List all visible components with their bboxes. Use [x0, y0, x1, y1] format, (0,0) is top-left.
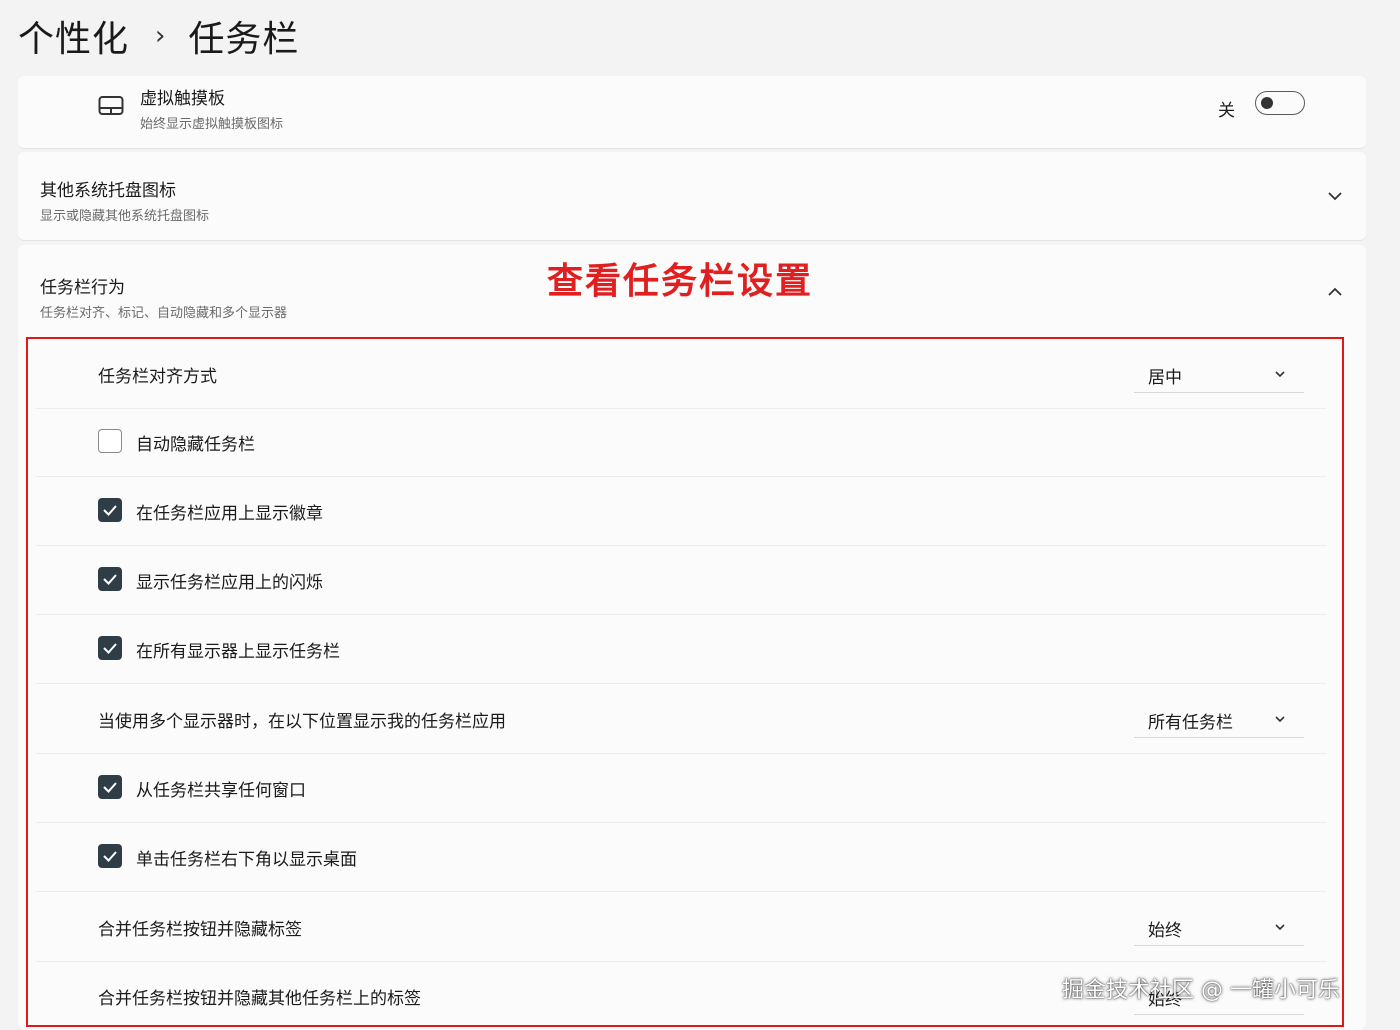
breadcrumb-parent[interactable]: 个性化	[18, 10, 129, 62]
taskbar-behaviors-header[interactable]: 任务栏行为 任务栏对齐、标记、自动隐藏和多个显示器	[40, 273, 287, 321]
watermark: 掘金技术社区 @ 一罐小可乐	[1062, 978, 1340, 1003]
toggle-knob	[1261, 97, 1273, 109]
touchpad-title: 虚拟触摸板	[140, 89, 225, 109]
annotation-highlight-box	[26, 337, 1344, 1027]
tray-subtitle: 显示或隐藏其他系统托盘图标	[40, 209, 210, 224]
toggle-state-label: 关	[1218, 101, 1235, 121]
touchpad-icon	[98, 95, 124, 121]
breadcrumb: 个性化 › 任务栏	[18, 8, 299, 64]
annotation-text: 查看任务栏设置	[547, 261, 814, 302]
page-title: 任务栏	[188, 19, 300, 60]
chevron-up-icon[interactable]	[1325, 282, 1345, 302]
touchpad-toggle[interactable]	[1255, 91, 1305, 115]
other-tray-icons-card[interactable]: 其他系统托盘图标 显示或隐藏其他系统托盘图标	[18, 152, 1366, 240]
touchpad-setting-card: 虚拟触摸板 始终显示虚拟触摸板图标 关	[18, 76, 1366, 148]
behavior-title: 任务栏行为	[40, 278, 125, 298]
tray-title: 其他系统托盘图标	[40, 181, 176, 201]
behavior-subtitle: 任务栏对齐、标记、自动隐藏和多个显示器	[40, 306, 288, 321]
breadcrumb-separator: ›	[155, 21, 167, 51]
touchpad-subtitle: 始终显示虚拟触摸板图标	[140, 117, 284, 132]
chevron-down-icon[interactable]	[1325, 186, 1345, 206]
